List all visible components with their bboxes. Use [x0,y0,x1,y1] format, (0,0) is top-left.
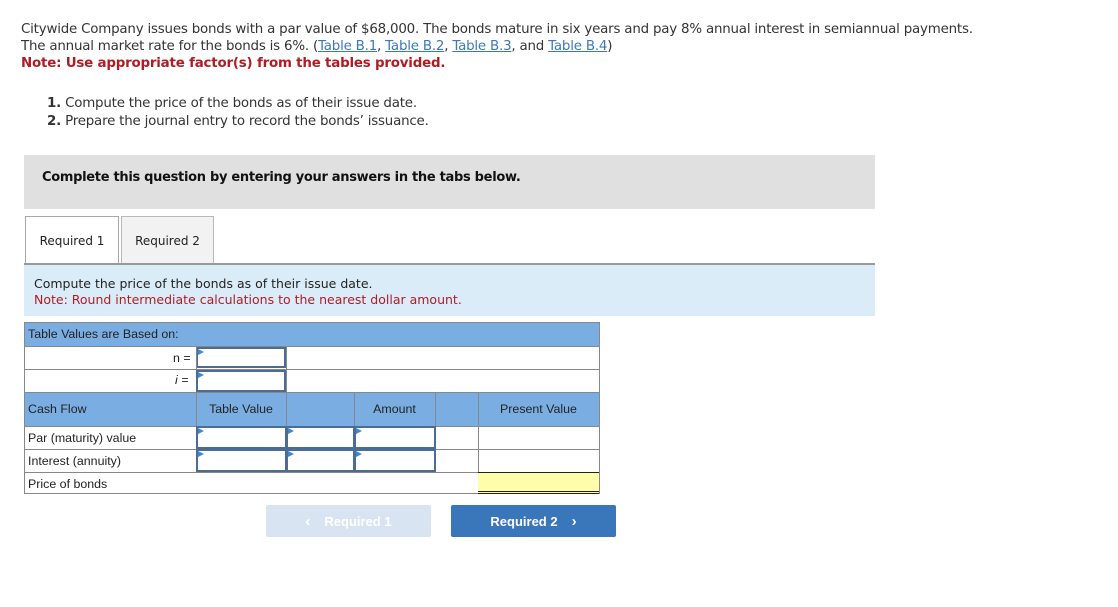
tab-required-2[interactable]: Required 2 [121,216,214,264]
problem-statement: Citywide Company issues bonds with a par… [21,21,981,72]
link-table-b1[interactable]: Table B.1 [318,39,377,54]
link-table-b3[interactable]: Table B.3 [452,39,511,54]
row-interest-label: Interest (annuity) [28,454,121,468]
column-amount: Amount [373,402,416,416]
separator: , [377,39,386,54]
prev-required-1-button[interactable]: ‹ Required 1 [266,505,431,537]
separator: ) [607,39,613,54]
link-table-b2[interactable]: Table B.2 [385,39,444,54]
requirement-number: 1. [47,96,62,111]
requirement-item: 1. Compute the price of the bonds as of … [47,95,429,113]
bond-price-worksheet: Table Values are Based on: n = i = Cash … [24,322,600,494]
price-of-bonds-total [478,472,599,494]
instruction-text: Complete this question by entering your … [42,170,521,185]
prev-button-label: Required 1 [324,513,392,529]
next-required-2-button[interactable]: Required 2 › [451,505,616,537]
chevron-left-icon: ‹ [305,512,311,530]
row-price-of-bonds-label: Price of bonds [28,477,108,491]
column-cash-flow: Cash Flow [28,402,87,416]
par-amount-input[interactable] [354,426,436,449]
interest-operator-input[interactable] [286,449,355,472]
requirements-list: 1. Compute the price of the bonds as of … [47,95,429,131]
instruction-banner: Complete this question by entering your … [24,155,875,209]
next-button-label: Required 2 [490,513,558,529]
row-par-value-label: Par (maturity) value [28,431,137,445]
requirement-item: 2. Prepare the journal entry to record t… [47,113,429,131]
based-on-header: Table Values are Based on: [25,323,599,346]
column-table-value: Table Value [209,402,273,416]
link-table-b4[interactable]: Table B.4 [548,39,607,54]
par-operator-input[interactable] [286,426,355,449]
column-present-value: Present Value [500,402,577,416]
i-label: i = [175,373,189,387]
interest-table-value-input[interactable] [196,449,287,472]
tab-prompt: Compute the price of the bonds as of the… [24,263,875,316]
chevron-right-icon: › [571,512,577,530]
tab-required-1[interactable]: Required 1 [25,216,119,265]
prompt-note: Note: Round intermediate calculations to… [34,292,462,307]
requirement-number: 2. [47,114,62,129]
n-input[interactable] [196,347,286,368]
based-on-label: Table Values are Based on: [28,327,179,341]
separator: , and [511,39,549,54]
par-table-value-input[interactable] [196,426,287,449]
n-label: n = [173,351,191,365]
problem-note: Note: Use appropriate factor(s) from the… [21,56,446,71]
prompt-text: Compute the price of the bonds as of the… [34,276,373,291]
i-input[interactable] [196,370,286,392]
interest-amount-input[interactable] [354,449,436,472]
requirement-text: Compute the price of the bonds as of the… [61,96,417,111]
requirement-text: Prepare the journal entry to record the … [61,114,429,129]
